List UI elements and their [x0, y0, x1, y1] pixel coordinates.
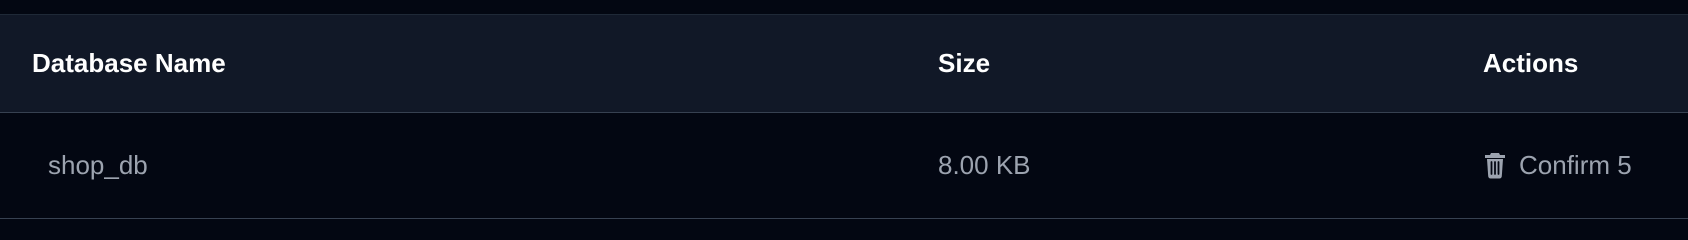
trash-icon [1483, 151, 1509, 181]
table-header-row: Database Name Size Actions [0, 15, 1688, 113]
database-list-panel: Database Name Size Actions shop_db 8.00 … [0, 0, 1688, 234]
confirm-delete-label: Confirm 5 [1519, 150, 1632, 180]
database-table: Database Name Size Actions shop_db 8.00 … [0, 14, 1688, 219]
column-header-database-name: Database Name [32, 48, 226, 78]
column-header-actions: Actions [1483, 48, 1579, 78]
table-row: shop_db 8.00 KB Confirm 5 [0, 113, 1688, 219]
database-size-cell: 8.00 KB [938, 150, 1031, 180]
column-header-size: Size [938, 48, 991, 78]
actions-cell: Confirm 5 [1483, 113, 1632, 218]
confirm-delete-button[interactable]: Confirm 5 [1483, 150, 1632, 181]
database-name-cell: shop_db [48, 150, 148, 180]
